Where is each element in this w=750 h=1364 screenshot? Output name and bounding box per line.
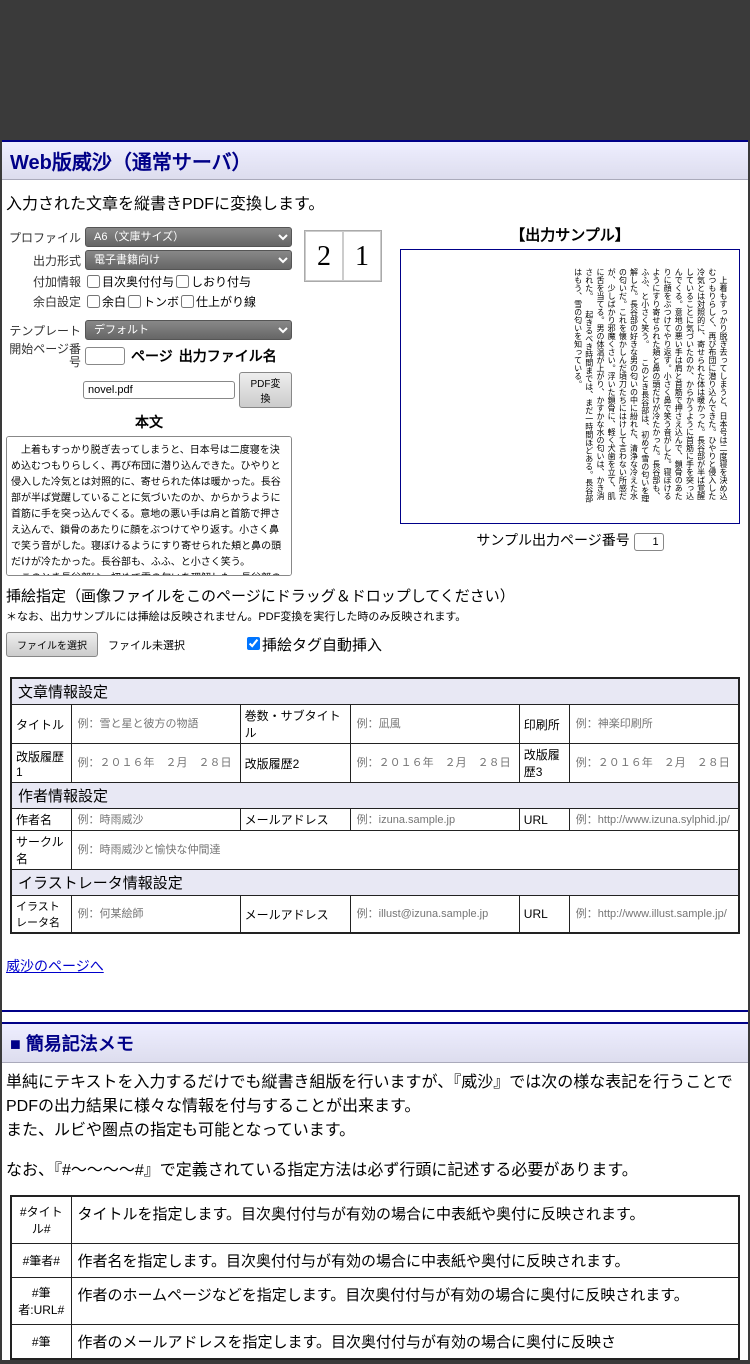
author-section: 作者情報設定: [11, 783, 739, 809]
title-input[interactable]: [76, 716, 236, 732]
pdf-button[interactable]: PDF変換: [239, 372, 292, 408]
circle-label: サークル名: [11, 831, 71, 870]
memo-val-0: タイトルを指定します。目次奥付付与が有効の場合に中表紙や奥付に反映されます。: [71, 1196, 739, 1244]
volume-label: 巻数・サブタイトル: [240, 705, 350, 744]
rev1-label: 改版履歴1: [11, 744, 71, 783]
file-status: ファイル未選択: [108, 637, 185, 653]
memo-key-2: #筆者:URL#: [11, 1278, 71, 1325]
page-thumbs: 21: [304, 230, 382, 282]
outfile-input[interactable]: [83, 381, 235, 399]
memo-p2: なお、『#〜〜〜〜#』で定義されている指定方法は必ず行頭に記述する必要があります…: [2, 1151, 748, 1191]
outfile-label: 出力ファイル名: [179, 346, 277, 366]
illustmail-input[interactable]: [355, 906, 515, 922]
margin-opt3: 仕上がり線: [196, 293, 256, 310]
memo-p1: 単純にテキストを入力するだけでも縦書き組版を行いますが、『威沙』では次の様な表記…: [2, 1063, 748, 1151]
author-label: 作者名: [11, 809, 71, 831]
thumb-1[interactable]: 1: [343, 231, 381, 281]
right-column: 【出力サンプル】 上着もすっかり脱ぎ去ってしまうと、日本号は二度寝を決め込むつも…: [400, 224, 748, 579]
printer-label: 印刷所: [519, 705, 569, 744]
mail-input[interactable]: [355, 812, 515, 828]
body-textarea[interactable]: 上着もすっかり脱ぎ去ってしまうと、日本号は二度寝を決め込むつもりらしく、再び布団…: [6, 436, 292, 576]
margin-label: 余白設定: [6, 293, 81, 310]
printer-input[interactable]: [574, 716, 734, 732]
sample-preview: 上着もすっかり脱ぎ去ってしまうと、日本号は二度寝を決め込むつもりらしく、再び布団…: [400, 249, 740, 524]
format-select[interactable]: 電子書籍向け: [85, 250, 292, 270]
sample-title: 【出力サンプル】: [400, 224, 740, 245]
margin-opt2: トンボ: [143, 293, 179, 310]
format-label: 出力形式: [6, 252, 81, 269]
sample-pager: サンプル出力ページ番号: [400, 530, 740, 551]
cb-margin[interactable]: [87, 295, 100, 308]
illusturl-label: URL: [519, 896, 569, 934]
illusturl-input[interactable]: [574, 906, 734, 922]
cb-toc[interactable]: [87, 275, 100, 288]
rev1-input[interactable]: [76, 755, 236, 771]
page-title: Web版威沙（通常サーバ）: [10, 146, 740, 175]
cb-finish[interactable]: [181, 295, 194, 308]
memo-key-0: #タイトル#: [11, 1196, 71, 1244]
left-column: プロファイル A6（文庫サイズ） 出力形式 電子書籍向け 付加情報 目次奥付付与…: [2, 224, 292, 579]
memo-val-1: 作者名を指定します。目次奥付付与が有効の場合に中表紙や奥付に反映されます。: [71, 1244, 739, 1278]
url-label: URL: [519, 809, 569, 831]
sashie-label: 挿絵指定（画像ファイルをこのページにドラッグ＆ドロップしてください）: [6, 585, 744, 606]
illustname-input[interactable]: [76, 906, 236, 922]
memo-heading: ■ 簡易記法メモ: [10, 1030, 740, 1056]
doc-info-table: 文章情報設定 タイトル 巻数・サブタイトル 印刷所 改版履歴1 改版履歴2 改版…: [10, 677, 740, 934]
doc-section: 文章情報設定: [11, 678, 739, 705]
pager-input[interactable]: [634, 533, 664, 551]
cb-bookmark[interactable]: [176, 275, 189, 288]
thumb-2[interactable]: 2: [305, 231, 343, 281]
startpage-unit: ページ: [131, 346, 173, 366]
rev2-label: 改版履歴2: [240, 744, 350, 783]
memo-val-2: 作者のホームページなどを指定します。目次奥付付与が有効の場合に奥付に反映されます…: [71, 1278, 739, 1325]
description: 入力された文章を縦書きPDFに変換します。: [2, 180, 748, 224]
main-row: プロファイル A6（文庫サイズ） 出力形式 電子書籍向け 付加情報 目次奥付付与…: [2, 224, 748, 579]
margin-opt1: 余白: [102, 293, 126, 310]
startpage-input[interactable]: [85, 347, 125, 365]
page: Web版威沙（通常サーバ） 入力された文章を縦書きPDFに変換します。 プロファ…: [2, 140, 748, 1360]
volume-input[interactable]: [355, 716, 515, 732]
title-label: タイトル: [11, 705, 71, 744]
profile-select[interactable]: A6（文庫サイズ）: [85, 227, 292, 247]
pager-label: サンプル出力ページ番号: [476, 532, 629, 548]
startpage-label: 開始ページ番号: [6, 343, 81, 369]
circle-input[interactable]: [76, 842, 274, 858]
illustmail-label: メールアドレス: [240, 896, 350, 934]
illust-section: イラストレータ情報設定: [11, 870, 739, 896]
header: Web版威沙（通常サーバ）: [2, 140, 748, 180]
memo-header: ■ 簡易記法メモ: [2, 1022, 748, 1063]
memo-val-3: 作者のメールアドレスを指定します。目次奥付付与が有効の場合に奥付に反映さ: [71, 1325, 739, 1360]
sashie-note: ＊なお、出力サンプルには挿絵は反映されません。PDF変換を実行した時のみ反映され…: [6, 608, 744, 624]
sample-text: 上着もすっかり脱ぎ去ってしまうと、日本号は二度寝を決め込むつもりらしく、再び布団…: [572, 268, 729, 505]
template-select[interactable]: デフォルト: [85, 320, 292, 340]
memo-key-3: #筆: [11, 1325, 71, 1360]
izuna-link[interactable]: 威沙のページへ: [6, 956, 104, 976]
addon-opt1: 目次奥付付与: [102, 273, 174, 290]
addon-opt2: しおり付与: [191, 273, 251, 290]
file-button[interactable]: ファイルを選択: [6, 632, 98, 657]
addon-label: 付加情報: [6, 273, 81, 290]
pager-preview: 21: [300, 224, 392, 579]
illustname-label: イラストレータ名: [11, 896, 71, 934]
profile-label: プロファイル: [6, 229, 81, 246]
url-input[interactable]: [574, 812, 734, 828]
author-input[interactable]: [76, 812, 236, 828]
rev3-input[interactable]: [574, 755, 734, 771]
memo-table: #タイトル#タイトルを指定します。目次奥付付与が有効の場合に中表紙や奥付に反映さ…: [10, 1195, 740, 1360]
rev2-input[interactable]: [355, 755, 515, 771]
memo-key-1: #筆者#: [11, 1244, 71, 1278]
template-label: テンプレート: [6, 322, 81, 339]
body-label: 本文: [6, 412, 292, 432]
divider: [2, 1010, 748, 1012]
mail-label: メールアドレス: [240, 809, 350, 831]
cb-tombo[interactable]: [128, 295, 141, 308]
rev3-label: 改版履歴3: [519, 744, 569, 783]
autoinsert-label: 挿絵タグ自動挿入: [262, 637, 382, 654]
cb-autoinsert[interactable]: [247, 637, 260, 650]
